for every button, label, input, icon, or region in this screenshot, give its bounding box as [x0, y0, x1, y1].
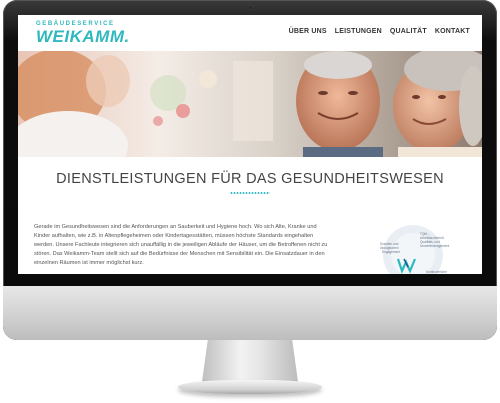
badge-line-8: Kontinuierliche — [426, 270, 447, 274]
monitor-base — [178, 380, 322, 394]
badge-line-7: Engagement — [382, 250, 400, 254]
nav-item-kontakt[interactable]: KONTAKT — [435, 28, 470, 35]
body-text: Gerade im Gesundheitswesen sind die Anfo… — [34, 224, 328, 266]
logo-wordmark: WEIKAMM. — [36, 27, 130, 46]
nav-item-qualitaet[interactable]: QUALITÄT — [390, 28, 427, 35]
screen: GEBÄUDESERVICE WEIKAMM. ÜBER UNS LEISTUN… — [18, 15, 482, 274]
monitor-chin — [3, 286, 497, 340]
hero-photo — [18, 51, 482, 157]
quality-badge: TQM – Arbeitssicherheit, Qualitäts- und … — [380, 225, 449, 274]
title-divider — [230, 192, 270, 194]
main-nav: ÜBER UNS LEISTUNGEN QUALITÄT KONTAKT — [289, 28, 470, 35]
page-title: DIENSTLEISTUNGEN FÜR DAS GESUNDHEITSWESE… — [56, 171, 444, 187]
nav-item-leistungen[interactable]: LEISTUNGEN — [335, 28, 382, 35]
site-header: GEBÄUDESERVICE WEIKAMM. ÜBER UNS LEISTUN… — [18, 15, 482, 58]
nav-item-ueber-uns[interactable]: ÜBER UNS — [289, 28, 327, 35]
hero-image — [18, 51, 482, 157]
camera-icon — [248, 5, 253, 10]
badge-line-4: Umweltmanagement — [420, 244, 449, 248]
monitor-stand — [202, 340, 298, 382]
